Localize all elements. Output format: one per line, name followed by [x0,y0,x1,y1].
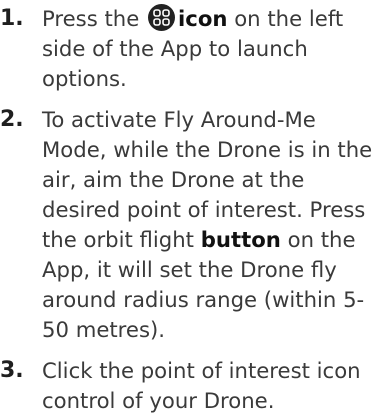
list-item-step-3: 3. Click the point of interest icon cont… [0,356,385,416]
list-item-step-2: 2. To activate Fly Around-Me Mode, while… [0,105,385,345]
step-number: 1. [0,6,24,31]
step-text-part: Press the [42,6,147,31]
step-number: 3. [0,358,24,383]
step-text: Press the icon on the left side of the A… [42,4,385,94]
step-text: Click the point of interest icon control… [42,358,361,413]
step-number: 2. [0,107,24,132]
step-bold-text: icon [178,6,228,31]
step-text: To activate Fly Around-Me Mode, while th… [42,105,385,345]
list-item-step-1: 1. Press the icon on the left side of th… [0,4,385,94]
instruction-list: 1. Press the icon on the left side of th… [0,0,385,413]
grid-launch-icon [148,4,176,31]
step-bold-text: button [200,227,281,252]
